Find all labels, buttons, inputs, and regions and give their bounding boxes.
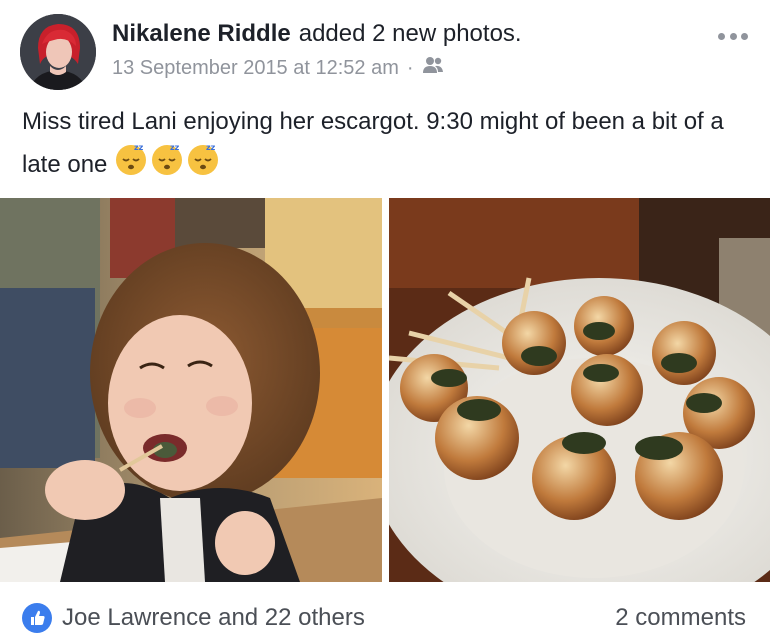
post-timestamp[interactable]: 13 September 2015 at 12:52 am: [112, 57, 399, 80]
post-action-text: added 2 new photos.: [298, 20, 522, 47]
comments-count[interactable]: 2 comments: [615, 604, 746, 632]
photo-girl-eating-escargot[interactable]: [0, 198, 382, 582]
post-footer: Joe Lawrence and 22 others 2 comments: [0, 594, 770, 634]
sleeping-face-icon: zz: [150, 142, 184, 189]
meta-separator: ·: [406, 56, 414, 79]
thumbs-up-icon: [22, 603, 52, 633]
avatar[interactable]: [20, 14, 96, 90]
svg-text:zz: zz: [206, 143, 216, 152]
more-options-icon[interactable]: [718, 30, 748, 42]
friends-icon[interactable]: [422, 56, 444, 80]
likes-summary[interactable]: Joe Lawrence and 22 others: [62, 604, 365, 632]
svg-text:zz: zz: [170, 143, 180, 152]
sleeping-face-icon: zz: [186, 142, 220, 189]
sleeping-face-icon: zz: [114, 142, 148, 189]
post-meta: 13 September 2015 at 12:52 am ·: [112, 56, 444, 80]
svg-text:zz: zz: [134, 143, 144, 152]
author-name[interactable]: Nikalene Riddle: [112, 20, 291, 47]
post-header: Nikalene Riddle added 2 new photos. 13 Se…: [0, 0, 770, 95]
post-title-line: Nikalene Riddle added 2 new photos.: [112, 20, 522, 48]
photo-escargot-plate[interactable]: [389, 198, 770, 582]
post-message: Miss tired Lani enjoying her escargot. 9…: [22, 102, 752, 189]
